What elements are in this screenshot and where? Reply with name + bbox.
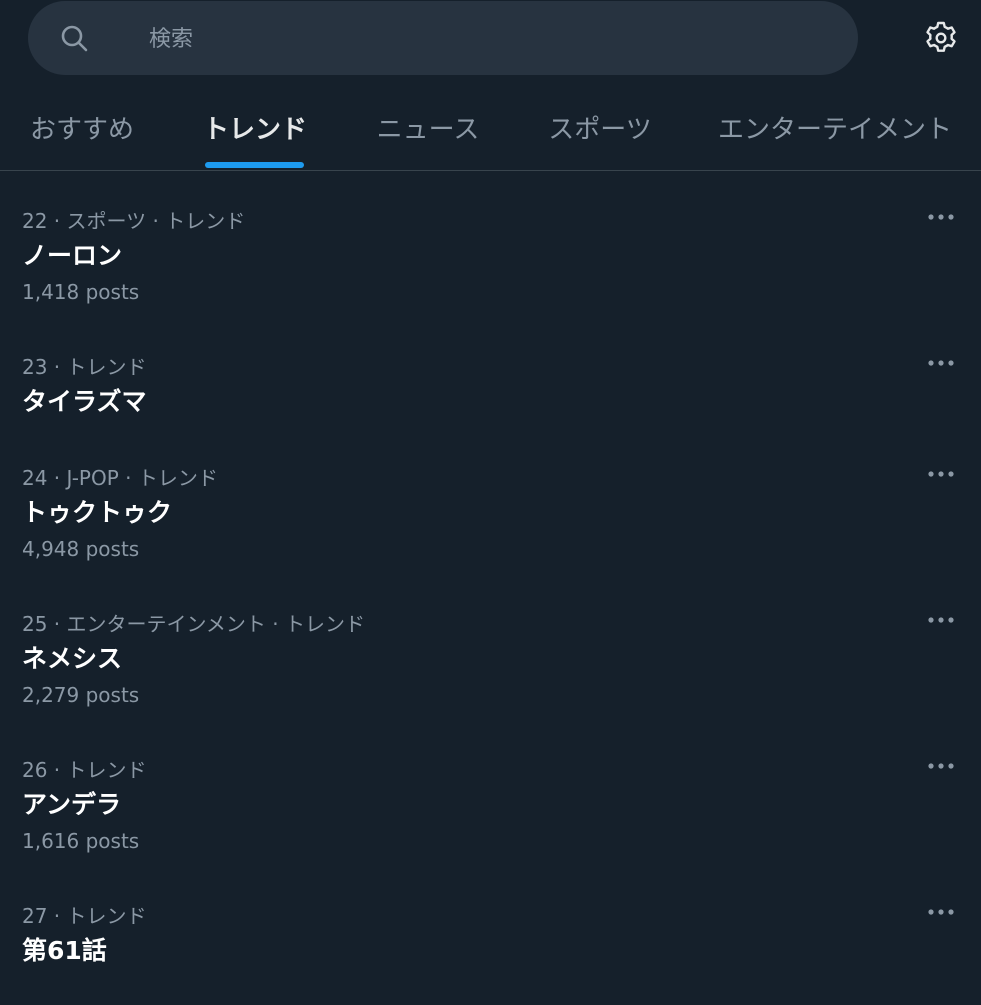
trend-post-count: 4,948 posts — [22, 537, 140, 561]
trend-item[interactable]: 27 · トレンド 第61話 — [0, 866, 981, 996]
trend-item[interactable]: 23 · トレンド タイラズマ — [0, 317, 981, 428]
search-box[interactable] — [28, 1, 858, 75]
trend-name: アンデラ — [22, 790, 122, 819]
tab-entertainment[interactable]: エンターテイメント — [712, 84, 958, 170]
trend-name: トゥクトゥク — [22, 498, 173, 527]
trend-name: 第61話 — [22, 936, 107, 965]
trend-meta: 22 · スポーツ · トレンド — [22, 209, 246, 233]
more-icon[interactable] — [925, 756, 957, 776]
active-tab-indicator — [205, 162, 304, 168]
more-icon[interactable] — [925, 464, 957, 484]
gear-icon[interactable] — [923, 20, 959, 56]
trend-item[interactable]: 26 · トレンド アンデラ 1,616 posts — [0, 720, 981, 866]
trend-item[interactable]: 24 · J-POP · トレンド トゥクトゥク 4,948 posts — [0, 428, 981, 574]
trend-post-count: 1,418 posts — [22, 280, 140, 304]
trend-meta: 24 · J-POP · トレンド — [22, 466, 218, 490]
trend-post-count: 1,616 posts — [22, 829, 140, 853]
tab-sports[interactable]: スポーツ — [538, 84, 662, 170]
more-icon[interactable] — [925, 610, 957, 630]
tab-trending[interactable]: トレンド — [192, 84, 318, 170]
tab-news[interactable]: ニュース — [366, 84, 490, 170]
top-bar — [0, 0, 981, 84]
trend-meta: 25 · エンターテインメント · トレンド — [22, 612, 365, 636]
trend-item[interactable]: 25 · エンターテインメント · トレンド ネメシス 2,279 posts — [0, 574, 981, 720]
tab-bar: おすすめ トレンド ニュース スポーツ エンターテイメント — [0, 84, 981, 171]
trend-item[interactable]: 22 · スポーツ · トレンド ノーロン 1,418 posts — [0, 171, 981, 317]
search-icon — [61, 25, 88, 52]
trend-name: タイラズマ — [22, 387, 147, 416]
more-icon[interactable] — [925, 207, 957, 227]
more-icon[interactable] — [925, 353, 957, 373]
tab-recommended[interactable]: おすすめ — [20, 84, 144, 170]
trend-meta: 26 · トレンド — [22, 758, 147, 782]
trend-name: ネメシス — [22, 644, 123, 673]
search-input[interactable] — [149, 19, 829, 59]
more-icon[interactable] — [925, 902, 957, 922]
trend-post-count: 2,279 posts — [22, 683, 140, 707]
trend-meta: 23 · トレンド — [22, 355, 147, 379]
trend-name: ノーロン — [22, 241, 123, 270]
trend-meta: 27 · トレンド — [22, 904, 147, 928]
